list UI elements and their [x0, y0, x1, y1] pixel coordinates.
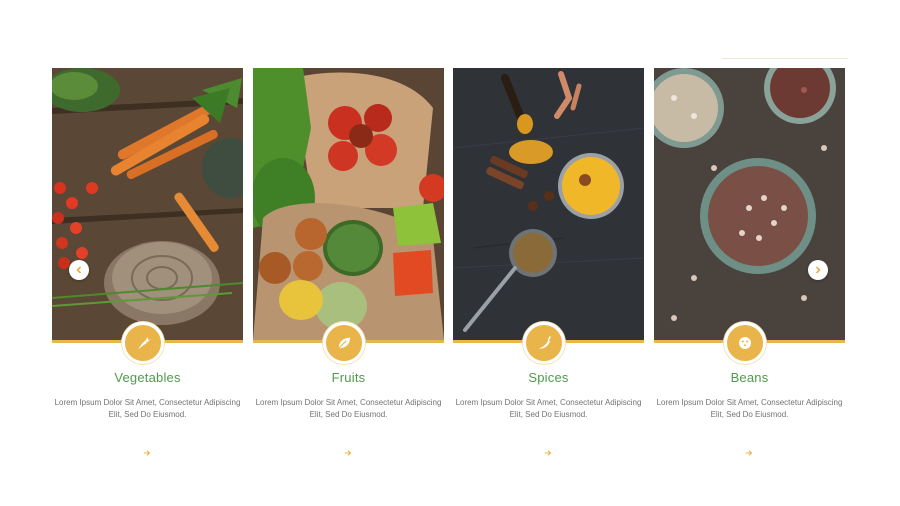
category-description: Lorem Ipsum Dolor Sit Amet, Consectetur …: [255, 398, 442, 419]
read-more-arrow-icon[interactable]: [531, 446, 565, 460]
category-card-spices[interactable]: Spices Lorem Ipsum Dolor Sit Amet, Conse…: [453, 68, 644, 468]
chili-icon: [523, 322, 565, 364]
beans-icon: [724, 322, 766, 364]
leaf-icon: [323, 322, 365, 364]
beans-photo: [654, 68, 845, 340]
carousel-prev-button[interactable]: [69, 260, 89, 280]
spices-photo: [453, 68, 644, 340]
category-title: Spices: [528, 370, 569, 385]
chevron-left-icon: [76, 266, 82, 274]
category-description: Lorem Ipsum Dolor Sit Amet, Consectetur …: [656, 398, 843, 419]
read-more-arrow-icon[interactable]: [130, 446, 164, 460]
category-carousel: Vegetables Lorem Ipsum Dolor Sit Amet, C…: [0, 0, 900, 506]
category-card-fruits[interactable]: Fruits Lorem Ipsum Dolor Sit Amet, Conse…: [253, 68, 444, 468]
carrot-icon: [122, 322, 164, 364]
fruits-photo: [253, 68, 444, 340]
read-more-arrow-icon[interactable]: [732, 446, 766, 460]
category-title: Vegetables: [114, 370, 181, 385]
carousel-next-button[interactable]: [808, 260, 828, 280]
category-description: Lorem Ipsum Dolor Sit Amet, Consectetur …: [54, 398, 241, 419]
read-more-arrow-icon[interactable]: [331, 446, 365, 460]
category-title: Fruits: [331, 370, 366, 385]
category-title: Beans: [730, 370, 769, 385]
category-description: Lorem Ipsum Dolor Sit Amet, Consectetur …: [455, 398, 642, 419]
chevron-right-icon: [815, 266, 821, 274]
vegetables-photo: [52, 68, 243, 340]
